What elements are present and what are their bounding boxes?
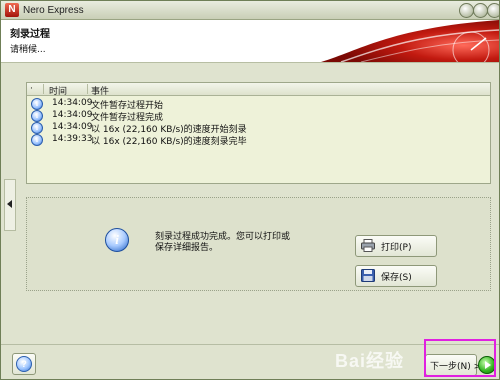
separator-band bbox=[1, 62, 499, 83]
header-decoration-graphic bbox=[321, 20, 499, 62]
printer-icon bbox=[361, 239, 375, 252]
save-button[interactable]: 保存(S) bbox=[355, 265, 437, 287]
log-time: 14:34:09 bbox=[52, 110, 93, 120]
column-divider[interactable] bbox=[87, 84, 88, 94]
log-time: 14:34:09 bbox=[52, 98, 93, 108]
completion-panel: i 刻录过程成功完成。您可以打印或 保存详细报告。 打印(P) 保存(S) bbox=[26, 197, 491, 291]
info-icon: i bbox=[31, 134, 43, 146]
completion-message-line: 刻录过程成功完成。您可以打印或 bbox=[155, 232, 291, 242]
log-row[interactable]: i 14:34:09 文件暂存过程开始 bbox=[27, 97, 490, 111]
title-bar: N Nero Express bbox=[1, 1, 499, 20]
log-event: 以 16x (22,160 KB/s)的速度刻录完毕 bbox=[91, 137, 247, 147]
nero-logo-icon: N bbox=[5, 3, 19, 17]
watermark-text: Bai经验 bbox=[335, 351, 405, 371]
column-grip: · bbox=[30, 84, 33, 94]
column-divider[interactable] bbox=[43, 84, 44, 94]
minimize-button[interactable] bbox=[459, 3, 474, 18]
help-button[interactable]: ? bbox=[12, 353, 36, 375]
log-row[interactable]: i 14:34:09 以 16x (22,160 KB/s)的速度开始刻录 bbox=[27, 121, 490, 135]
close-button[interactable] bbox=[487, 3, 499, 18]
floppy-disk-icon bbox=[361, 269, 375, 282]
collapse-panel-handle[interactable] bbox=[4, 179, 16, 231]
log-row[interactable]: i 14:34:09 文件暂存过程完成 bbox=[27, 109, 490, 123]
completion-message-line: 保存详细报告。 bbox=[155, 243, 219, 253]
column-header-event[interactable]: 事件 bbox=[91, 84, 109, 97]
info-icon: i bbox=[105, 228, 129, 252]
log-time: 14:39:33 bbox=[52, 134, 93, 144]
maximize-button[interactable] bbox=[473, 3, 488, 18]
log-header-row: · 时间 事件 bbox=[27, 83, 490, 97]
save-button-label: 保存(S) bbox=[381, 273, 412, 283]
page-subtitle: 请稍候... bbox=[10, 45, 46, 55]
page-title: 刻录过程 bbox=[10, 29, 50, 40]
event-log-table[interactable]: · 时间 事件 i 14:34:09 文件暂存过程开始 i 14:34:09 文… bbox=[26, 82, 491, 184]
highlight-annotation-box bbox=[424, 339, 496, 377]
print-button[interactable]: 打印(P) bbox=[355, 235, 437, 257]
log-row[interactable]: i 14:39:33 以 16x (22,160 KB/s)的速度刻录完毕 bbox=[27, 133, 490, 147]
help-icon: ? bbox=[16, 356, 32, 372]
column-header-time[interactable]: 时间 bbox=[49, 84, 67, 97]
nero-express-window: N Nero Express 刻录过程 请稍候... · 时间 事件 i 14:… bbox=[0, 0, 500, 380]
header-panel: 刻录过程 请稍候... bbox=[1, 20, 499, 62]
log-time: 14:34:09 bbox=[52, 122, 93, 132]
print-button-label: 打印(P) bbox=[381, 243, 412, 253]
window-title: Nero Express bbox=[23, 5, 84, 16]
chevron-left-icon bbox=[7, 200, 12, 208]
completion-message: 刻录过程成功完成。您可以打印或 保存详细报告。 bbox=[155, 232, 345, 254]
